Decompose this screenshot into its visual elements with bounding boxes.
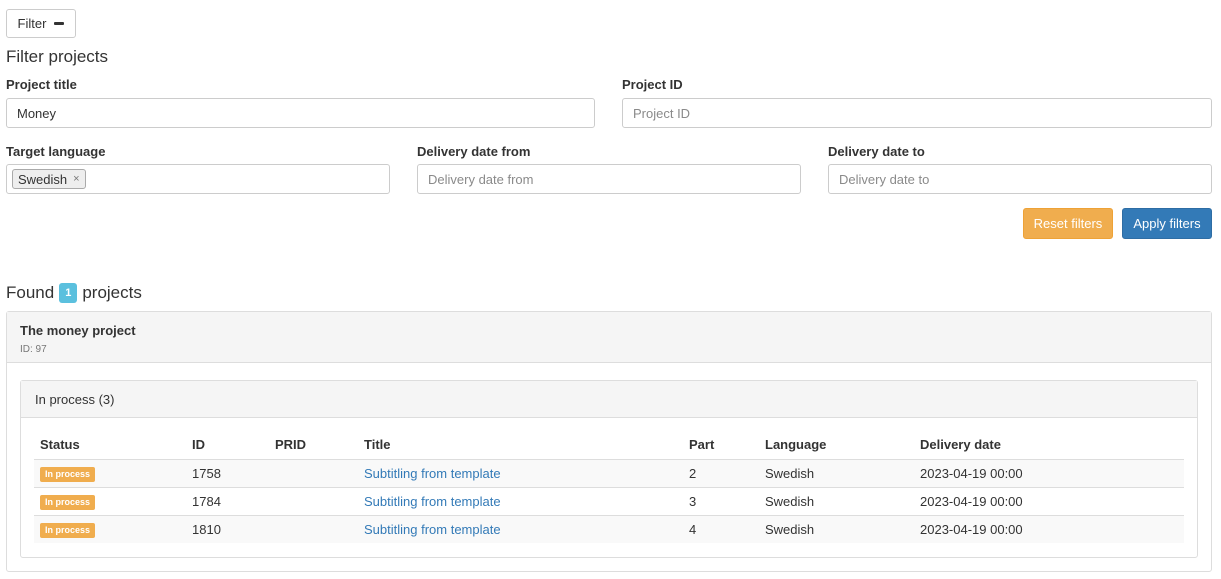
filter-heading: Filter projects xyxy=(6,47,109,66)
language-cell: Swedish xyxy=(759,514,914,543)
prid-cell xyxy=(269,486,358,515)
title-cell: Subtitling from template xyxy=(358,514,683,543)
delivery-from-input[interactable] xyxy=(417,164,801,194)
column-header-prid: PRID xyxy=(269,431,358,460)
project-id: ID: 97 xyxy=(20,344,47,355)
column-header-status: Status xyxy=(34,431,186,460)
table-header-row: Status ID PRID Title Part Language Deliv… xyxy=(34,431,1184,460)
column-header-part: Part xyxy=(683,431,759,460)
column-header-delivery-date: Delivery date xyxy=(914,431,1184,460)
status-badge: In process xyxy=(40,494,96,510)
found-heading: Found 1 projects xyxy=(6,283,142,303)
part-cell: 3 xyxy=(683,486,759,515)
project-title-input[interactable] xyxy=(6,98,595,128)
status-badge: In process xyxy=(40,466,96,482)
project-panel: The money project ID: 97 In process (3) … xyxy=(6,311,1212,572)
delivery-date-cell: 2023-04-19 00:00 xyxy=(914,486,1184,515)
column-header-id: ID xyxy=(186,431,269,460)
project-id-label: Project ID xyxy=(622,77,683,92)
close-icon[interactable]: × xyxy=(73,173,79,185)
minus-icon xyxy=(54,22,65,25)
id-cell: 1758 xyxy=(186,458,269,487)
found-prefix: Found xyxy=(6,283,55,302)
jobs-table: Status ID PRID Title Part Language Deliv… xyxy=(34,431,1184,543)
status-group-panel: In process (3) Status ID PRID Title Part… xyxy=(20,380,1198,558)
delivery-date-cell: 2023-04-19 00:00 xyxy=(914,514,1184,543)
job-title-link[interactable]: Subtitling from template xyxy=(364,494,501,509)
found-suffix: projects xyxy=(82,283,142,302)
filter-toggle-label: Filter xyxy=(17,16,47,31)
reset-filters-button[interactable]: Reset filters xyxy=(1023,208,1113,239)
table-row: In process 1758 Subtitling from template… xyxy=(34,458,1184,487)
job-title-link[interactable]: Subtitling from template xyxy=(364,466,501,481)
delivery-to-input[interactable] xyxy=(828,164,1212,194)
column-header-title: Title xyxy=(358,431,683,460)
apply-filters-button[interactable]: Apply filters xyxy=(1122,208,1212,239)
delivery-date-cell: 2023-04-19 00:00 xyxy=(914,458,1184,487)
status-cell: In process xyxy=(34,514,186,543)
job-title-link[interactable]: Subtitling from template xyxy=(364,522,501,537)
project-title: The money project xyxy=(20,323,136,338)
project-id-input[interactable] xyxy=(622,98,1212,128)
prid-cell xyxy=(269,514,358,543)
target-language-label: Target language xyxy=(6,144,106,159)
project-header: The money project ID: 97 xyxy=(7,312,1211,363)
status-group-header: In process (3) xyxy=(21,381,1197,418)
language-cell: Swedish xyxy=(759,458,914,487)
table-row: In process 1810 Subtitling from template… xyxy=(34,514,1184,543)
language-cell: Swedish xyxy=(759,486,914,515)
count-badge: 1 xyxy=(59,283,78,303)
target-language-select[interactable]: Swedish × xyxy=(6,164,390,194)
language-tag-label: Swedish xyxy=(18,171,68,187)
delivery-to-label: Delivery date to xyxy=(828,144,925,159)
prid-cell xyxy=(269,458,358,487)
status-badge: In process xyxy=(40,522,96,538)
column-header-language: Language xyxy=(759,431,914,460)
part-cell: 4 xyxy=(683,514,759,543)
delivery-from-label: Delivery date from xyxy=(417,144,531,159)
project-title-label: Project title xyxy=(6,77,77,92)
id-cell: 1784 xyxy=(186,486,269,515)
language-tag: Swedish × xyxy=(12,169,86,189)
table-row: In process 1784 Subtitling from template… xyxy=(34,486,1184,515)
title-cell: Subtitling from template xyxy=(358,486,683,515)
id-cell: 1810 xyxy=(186,514,269,543)
title-cell: Subtitling from template xyxy=(358,458,683,487)
status-cell: In process xyxy=(34,458,186,487)
filter-toggle-button[interactable]: Filter xyxy=(6,9,76,38)
status-cell: In process xyxy=(34,486,186,515)
part-cell: 2 xyxy=(683,458,759,487)
